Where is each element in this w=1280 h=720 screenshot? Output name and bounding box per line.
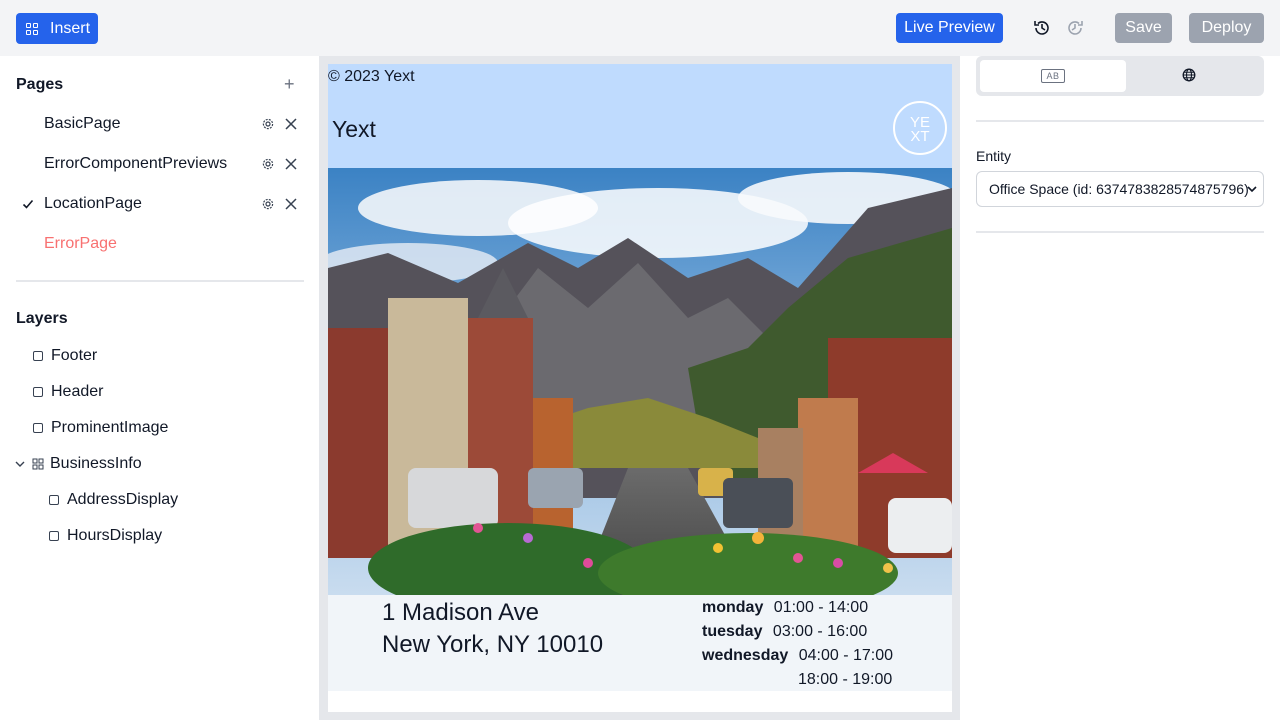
page-item-errorcomponentpreviews[interactable]: ErrorComponentPreviews (0, 150, 320, 178)
undo-history-icon[interactable] (1032, 18, 1052, 38)
page-item-label: ErrorPage (44, 235, 117, 252)
save-button[interactable]: Save (1115, 13, 1172, 43)
layer-checkbox[interactable] (49, 531, 59, 541)
footer-copyright: © 2023 Yext (328, 68, 415, 85)
gear-icon[interactable] (261, 197, 275, 211)
address-line-1: 1 Madison Ave (382, 599, 539, 626)
entity-label: Entity (976, 148, 1012, 164)
pages-heading: Pages (16, 76, 64, 93)
hours-time: 04:00 - 17:00 (798, 647, 894, 664)
layer-item-label: BusinessInfo (50, 455, 142, 472)
properties-panel: AB Entity Office Space (id: 637478382857… (960, 56, 1280, 720)
page-item-label: LocationPage (44, 195, 142, 212)
layer-checkbox[interactable] (33, 423, 43, 433)
page-preview-canvas[interactable]: © 2023 Yext Yext YE XT 1 Madison Ave New… (328, 64, 952, 712)
close-icon[interactable] (284, 157, 298, 171)
hours-day: monday (702, 599, 764, 616)
top-toolbar: Insert Live Preview Save Deploy (0, 0, 1280, 56)
layer-item-footer[interactable]: Footer (33, 344, 97, 368)
properties-tabs: AB (976, 56, 1264, 96)
layer-item-label: Header (51, 383, 104, 400)
layer-checkbox[interactable] (33, 387, 43, 397)
left-sidebar: Pages + BasicPage ErrorComponentPreviews… (0, 56, 320, 720)
prominent-image[interactable] (328, 168, 952, 595)
address-line-2: New York, NY 10010 (382, 631, 604, 658)
close-icon[interactable] (284, 197, 298, 211)
check-icon (22, 199, 34, 209)
page-item-locationpage[interactable]: LocationPage (0, 190, 320, 218)
chevron-down-icon[interactable] (14, 458, 26, 470)
hours-row: tuesday 03:00 - 16:00 (702, 623, 867, 641)
entity-select[interactable]: Office Space (id: 6374783828574875796) (976, 171, 1264, 207)
layer-item-label: ProminentImage (51, 419, 169, 436)
chevron-down-icon[interactable] (1246, 183, 1258, 195)
business-info[interactable]: 1 Madison Ave New York, NY 10010 monday … (328, 595, 952, 691)
page-item-errorpage[interactable]: ErrorPage (0, 230, 320, 258)
page-item-label: ErrorComponentPreviews (44, 155, 228, 172)
preview-header[interactable]: Yext YE XT (328, 88, 952, 168)
insert-button-label: Insert (50, 19, 91, 37)
hours-row: monday 01:00 - 14:00 (702, 599, 868, 617)
layers-heading: Layers (16, 310, 68, 327)
hours-time: 01:00 - 14:00 (773, 599, 869, 616)
layer-item-label: Footer (51, 347, 98, 364)
layer-item-hoursdisplay[interactable]: HoursDisplay (49, 524, 162, 548)
panel-divider (976, 231, 1264, 233)
layer-item-prominentimage[interactable]: ProminentImage (33, 416, 168, 440)
yext-logo: YE XT (893, 101, 947, 155)
page-item-basicpage[interactable]: BasicPage (0, 110, 320, 138)
layer-item-label: AddressDisplay (67, 491, 179, 508)
text-ab-icon: AB (1041, 69, 1065, 83)
grid-icon (26, 22, 38, 35)
preview-footer[interactable]: © 2023 Yext (328, 64, 952, 88)
page-item-label: BasicPage (44, 115, 121, 132)
redo-history-icon[interactable] (1065, 18, 1085, 38)
live-preview-button[interactable]: Live Preview (896, 13, 1003, 43)
hours-time: 18:00 - 19:00 (798, 671, 893, 688)
layer-checkbox[interactable] (33, 351, 43, 361)
component-icon (32, 458, 44, 470)
gear-icon[interactable] (261, 157, 275, 171)
globe-icon[interactable] (1182, 68, 1196, 82)
header-brand-name: Yext (332, 116, 376, 142)
hours-day: wednesday (702, 647, 789, 664)
insert-button[interactable]: Insert (16, 13, 99, 44)
layer-item-header[interactable]: Header (33, 380, 103, 404)
layer-checkbox[interactable] (49, 495, 59, 505)
hours-time: 03:00 - 16:00 (772, 623, 868, 640)
layer-item-addressdisplay[interactable]: AddressDisplay (49, 488, 178, 512)
section-divider (16, 280, 304, 282)
add-page-icon[interactable]: + (284, 75, 295, 93)
logo-text-bottom: XT (910, 128, 929, 145)
close-icon[interactable] (284, 117, 298, 131)
panel-divider (976, 120, 1264, 122)
gear-icon[interactable] (261, 117, 275, 131)
layer-item-label: HoursDisplay (67, 527, 163, 544)
tab-content[interactable]: AB (980, 60, 1126, 92)
hours-day: tuesday (702, 623, 763, 640)
hours-row: wednesday 04:00 - 17:00 (702, 647, 893, 665)
layer-item-businessinfo[interactable]: BusinessInfo (32, 452, 142, 476)
deploy-button[interactable]: Deploy (1189, 13, 1264, 43)
